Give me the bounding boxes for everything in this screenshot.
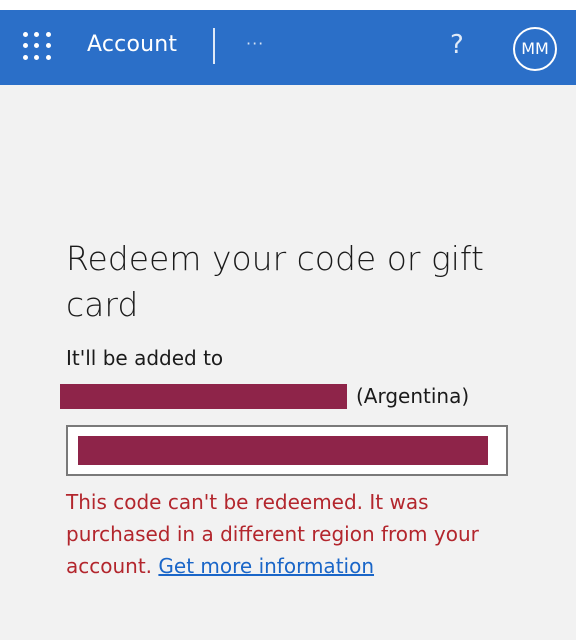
- code-input[interactable]: [66, 425, 508, 476]
- more-options-icon[interactable]: ···: [246, 34, 264, 53]
- waffle-dot: [34, 54, 40, 60]
- app-header: Account ··· ? MM: [0, 10, 576, 85]
- app-launcher-icon[interactable]: [20, 29, 54, 63]
- account-region: (Argentina): [356, 384, 470, 408]
- waffle-dot: [45, 54, 51, 60]
- header-divider: [213, 28, 215, 64]
- error-message: This code can't be redeemed. It was purc…: [66, 486, 536, 582]
- waffle-dot: [23, 54, 29, 60]
- waffle-dot: [45, 43, 51, 49]
- redacted-code-value: [78, 436, 488, 465]
- waffle-dot: [45, 32, 51, 38]
- waffle-dot: [34, 43, 40, 49]
- waffle-dot: [23, 43, 29, 49]
- waffle-dot: [34, 32, 40, 38]
- get-more-information-link[interactable]: Get more information: [158, 554, 374, 578]
- redacted-account-name: [60, 384, 347, 409]
- top-strip: [0, 0, 576, 10]
- help-icon[interactable]: ?: [450, 30, 464, 60]
- app-title[interactable]: Account: [87, 32, 177, 57]
- page-title: Redeem your code or gift card: [66, 239, 484, 324]
- avatar[interactable]: MM: [513, 27, 557, 71]
- added-to-label: It'll be added to: [66, 346, 224, 370]
- waffle-dot: [23, 32, 29, 38]
